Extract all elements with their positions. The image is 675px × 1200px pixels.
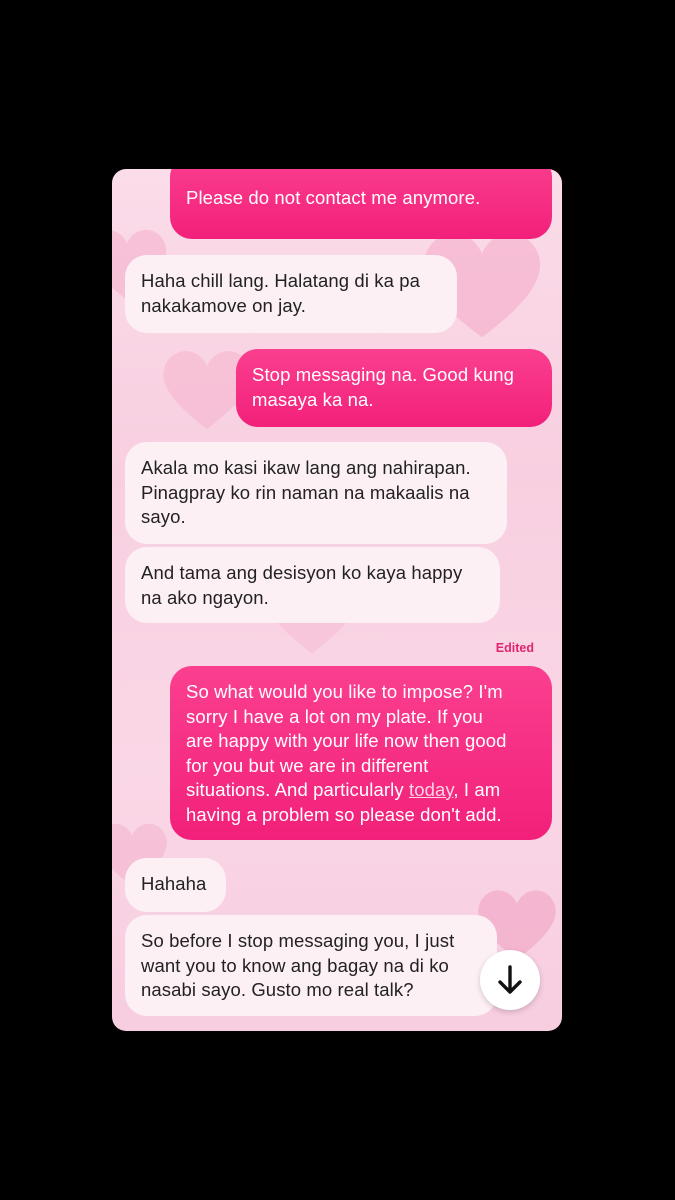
- message-text: Stop messaging na. Good kung: [252, 364, 514, 385]
- message-incoming[interactable]: Hahaha: [125, 858, 226, 912]
- message-text: masaya ka na.: [252, 388, 374, 410]
- message-text: Akala mo kasi ikaw lang ang nahirapan.: [141, 457, 471, 478]
- message-text: want you to know ang bagay na di ko: [141, 954, 449, 976]
- message-text: sayo.: [141, 506, 186, 527]
- chat-screenshot-card: Please do not contact me anymore. Haha c…: [112, 169, 562, 1031]
- message-incoming[interactable]: So before I stop messaging you, I just w…: [125, 915, 497, 1016]
- message-outgoing[interactable]: Please do not contact me anymore.: [170, 169, 552, 239]
- message-text: na ako ngayon.: [141, 586, 269, 608]
- message-text: having a problem so please don't add.: [186, 803, 502, 825]
- message-outgoing[interactable]: Stop messaging na. Good kung masaya ka n…: [236, 349, 552, 427]
- message-text: for you but we are in different: [186, 754, 429, 776]
- message-text: are happy with your life now then good: [186, 730, 507, 751]
- arrow-down-icon: [498, 965, 522, 994]
- message-incoming[interactable]: Haha chill lang. Halatang di ka pa nakak…: [125, 255, 457, 333]
- message-text: And tama ang desisyon ko kaya happy: [141, 562, 463, 583]
- message-text: sorry I have a lot on my plate. If you: [186, 705, 483, 727]
- message-text: Hahaha: [141, 873, 207, 894]
- message-text: So what would you like to impose? I'm: [186, 681, 503, 702]
- date-link[interactable]: today: [409, 779, 453, 800]
- message-text: nakakamove on jay.: [141, 294, 306, 316]
- message-outgoing[interactable]: So what would you like to impose? I'm so…: [170, 666, 552, 840]
- message-text: Pinagpray ko rin naman na makaalis na: [141, 481, 470, 503]
- edited-label: Edited: [495, 641, 534, 655]
- message-text: Please do not contact me anymore.: [186, 187, 481, 208]
- message-text: nasabi sayo. Gusto mo real talk?: [141, 979, 414, 1000]
- message-text: So before I stop messaging you, I just: [141, 930, 455, 951]
- message-text: , I am: [453, 779, 501, 800]
- scroll-to-bottom-button[interactable]: [480, 950, 540, 1010]
- message-text-line: situations. And particularly today, I am: [186, 778, 536, 803]
- message-text: Haha chill lang. Halatang di ka pa: [141, 270, 421, 291]
- message-text: situations. And particularly: [186, 779, 409, 800]
- message-incoming[interactable]: Akala mo kasi ikaw lang ang nahirapan. P…: [125, 442, 507, 544]
- message-incoming[interactable]: And tama ang desisyon ko kaya happy na a…: [125, 547, 500, 623]
